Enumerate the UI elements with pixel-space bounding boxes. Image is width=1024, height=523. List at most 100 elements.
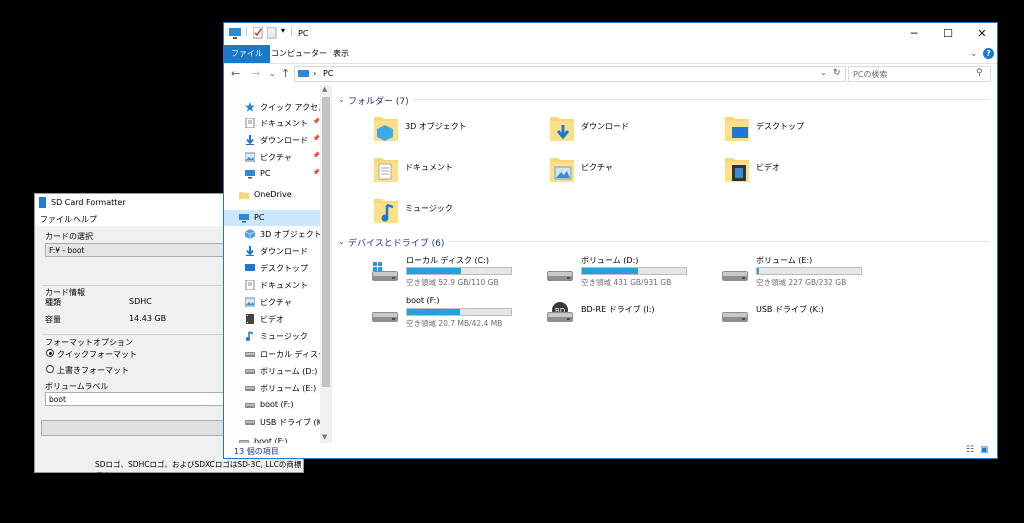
ribbon-expand-icon[interactable]: ⌄ [970, 49, 978, 59]
status-bar-text: 13 個の項目 [234, 447, 279, 456]
drive-icon [245, 366, 255, 376]
quick-format-radio[interactable] [46, 349, 54, 357]
drive-item[interactable]: ボリューム (D:) 空き領域 431 GB/931 GB [545, 255, 715, 291]
nav-item[interactable]: ボリューム (D:) [224, 363, 320, 379]
folder-item[interactable]: ミュージック [373, 195, 533, 231]
navigation-pane: クイック アクセス ドキュメント 📌 ダウンロード 📌 ピクチャ 📌 PC 📌 OneDrive P… [224, 85, 320, 443]
search-input[interactable]: PCの検索 ⚲ [848, 66, 991, 82]
folder-item[interactable]: ピクチャ [549, 154, 709, 190]
folder-item[interactable]: ダウンロード [549, 113, 709, 149]
nav-item[interactable]: ボリューム (E:) [224, 380, 320, 396]
nav-item-label: ピクチャ [260, 298, 292, 307]
drive-item[interactable]: USB ドライブ (K:) [720, 296, 890, 332]
card-select-label: カードの選択 [45, 232, 93, 241]
help-icon[interactable]: ? [983, 48, 994, 59]
up-arrow-icon[interactable]: ↑ [281, 67, 290, 80]
nav-item[interactable]: ドキュメント [224, 277, 320, 293]
nav-item-label: ビデオ [260, 315, 284, 324]
back-arrow-icon[interactable]: ← [231, 67, 240, 80]
close-button[interactable]: ✕ [965, 23, 999, 45]
folder-item[interactable]: 3D オブジェクト [373, 113, 533, 149]
nav-item-label: ローカル ディスク (C [260, 350, 320, 359]
folder-item[interactable]: ビデオ [724, 154, 884, 190]
nav-item[interactable]: デスクトップ [224, 260, 320, 276]
new-folder-icon[interactable] [267, 27, 277, 39]
group-divider [414, 99, 990, 100]
nav-item[interactable]: ドキュメント 📌 [224, 115, 320, 131]
cube-folder-icon [373, 113, 398, 141]
ribbon: ファイル コンピューター 表示 ⌄ ? [224, 45, 997, 64]
nav-item[interactable]: ビデオ [224, 311, 320, 327]
hdd-icon [545, 261, 575, 285]
nav-scrollbar[interactable]: ▲ ▼ [320, 85, 332, 443]
download-folder-icon [549, 113, 574, 141]
collapse-chevron-icon[interactable]: ⌄ [338, 95, 345, 104]
large-icons-view-icon[interactable]: ▣ [980, 445, 989, 455]
sd-menu-file[interactable]: ファイル [40, 214, 72, 225]
tab-computer[interactable]: コンピューター [264, 45, 334, 63]
nav-item[interactable]: ダウンロード [224, 243, 320, 259]
properties-icon[interactable] [253, 27, 263, 39]
capacity-value: 14.43 GB [129, 314, 167, 323]
scroll-down-icon[interactable]: ▼ [322, 433, 327, 441]
nav-item[interactable]: boot (F:) [224, 397, 320, 413]
drive-item[interactable]: boot (F:) 空き領域 20.7 MB/42.4 MB [370, 296, 540, 332]
nav-item[interactable]: 3D オブジェクト [224, 226, 320, 242]
qat-dropdown-icon[interactable]: ▾ [281, 26, 285, 35]
pictures-icon [244, 297, 256, 307]
drive-name: USB ドライブ (K:) [756, 305, 824, 314]
nav-item[interactable]: ピクチャ 📌 [224, 149, 320, 165]
title-divider: | [290, 27, 294, 37]
drive-name: BD-RE ドライブ (I:) [581, 305, 655, 314]
nav-item[interactable]: ダウンロード 📌 [224, 132, 320, 148]
nav-item-label: USB ドライブ (K:) [260, 418, 320, 427]
drive-name: ボリューム (E:) [756, 256, 813, 265]
drives-group-header[interactable]: デバイスとドライブ (6) [348, 236, 444, 249]
address-bar[interactable]: › PC ⌄ ↻ [294, 66, 846, 82]
nav-item[interactable]: PC 📌 [224, 166, 320, 182]
nav-item-label: boot (F:) [254, 437, 288, 443]
folder-item[interactable]: ドキュメント [373, 154, 533, 190]
nav-item[interactable]: ローカル ディスク (C [224, 346, 320, 362]
nav-item[interactable]: PC [224, 210, 320, 226]
sd-menu-help[interactable]: ヘルプ [73, 214, 97, 225]
nav-scrollbar-thumb[interactable] [322, 97, 330, 387]
drive-item[interactable]: ボリューム (E:) 空き領域 227 GB/232 GB [720, 255, 890, 291]
folder-label: デスクトップ [756, 122, 804, 131]
forward-arrow-icon[interactable]: → [251, 67, 260, 80]
folder-item[interactable]: デスクトップ [724, 113, 884, 149]
pc-icon [229, 28, 241, 39]
drive-usage-bar [406, 308, 512, 316]
folder-label: ビデオ [756, 163, 780, 172]
drive-item[interactable]: BD BD-RE ドライブ (I:) [545, 296, 715, 332]
nav-item-label: ドキュメント [260, 281, 308, 290]
drive-item[interactable]: ローカル ディスク (C:) 空き領域 52.9 GB/110 GB [370, 255, 540, 291]
folders-group-header[interactable]: フォルダー (7) [348, 94, 409, 107]
tab-view[interactable]: 表示 [326, 45, 356, 63]
scroll-up-icon[interactable]: ▲ [322, 85, 327, 93]
explorer-window: | ▾ | PC ─ ☐ ✕ ファイル コンピューター 表示 ⌄ ? ← → ⌄… [223, 22, 998, 459]
nav-item[interactable]: OneDrive [224, 187, 320, 203]
folder-label: ダウンロード [581, 122, 629, 131]
music-folder-icon [373, 195, 398, 223]
search-placeholder: PCの検索 [853, 70, 888, 79]
minimize-button[interactable]: ─ [897, 23, 931, 45]
folder-label: 3D オブジェクト [405, 122, 467, 131]
maximize-button[interactable]: ☐ [931, 23, 965, 45]
nav-item[interactable]: ミュージック [224, 328, 320, 344]
nav-item[interactable]: boot (F:) [224, 434, 320, 443]
refresh-icon[interactable]: ↻ [833, 68, 841, 78]
nav-item-label: ピクチャ [260, 153, 292, 162]
search-icon[interactable]: ⚲ [976, 68, 983, 78]
sd-window-title: SD Card Formatter [51, 198, 126, 207]
nav-item[interactable]: USB ドライブ (K:) [224, 414, 320, 430]
nav-item[interactable]: クイック アクセス [224, 99, 320, 115]
bd-drive-icon: BD [545, 302, 575, 326]
drive-icon [245, 417, 255, 427]
nav-item[interactable]: ピクチャ [224, 294, 320, 310]
overwrite-format-radio[interactable] [46, 365, 54, 373]
recent-dropdown-icon[interactable]: ⌄ [269, 69, 276, 78]
address-dropdown-icon[interactable]: ⌄ [820, 68, 827, 77]
details-view-icon[interactable]: ☷ [966, 445, 974, 455]
collapse-chevron-icon[interactable]: ⌄ [338, 237, 345, 246]
